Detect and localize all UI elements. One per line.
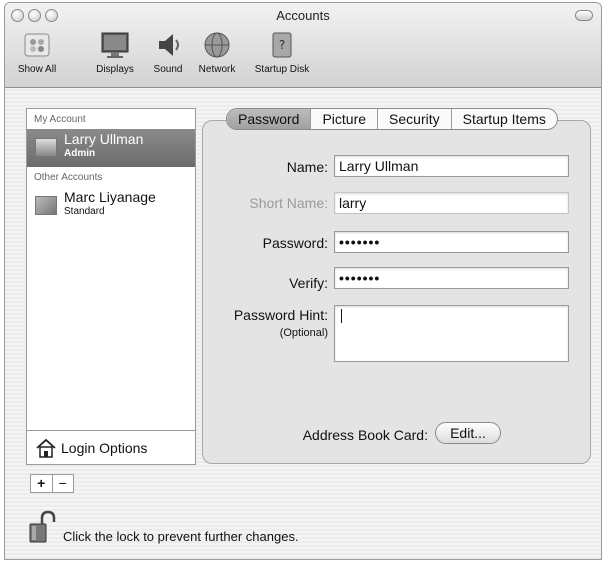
my-account-header: My Account bbox=[34, 114, 86, 125]
password-hint-label: Password Hint: bbox=[233, 307, 328, 323]
startup-disk-icon: ? bbox=[272, 32, 292, 58]
password-hint-field[interactable] bbox=[334, 305, 569, 362]
password-hint-optional-label: (Optional) bbox=[279, 327, 328, 339]
short-name-label: Short Name: bbox=[249, 195, 328, 211]
toolbar-show-all[interactable]: Show All bbox=[13, 30, 61, 75]
verify-field[interactable]: ••••••• bbox=[334, 267, 569, 289]
toolbar-label: Startup Disk bbox=[254, 64, 310, 75]
tab-security[interactable]: Security bbox=[378, 109, 452, 129]
toolbar-network[interactable]: Network bbox=[193, 30, 241, 75]
toolbar-toggle-button[interactable] bbox=[575, 10, 593, 21]
house-icon bbox=[36, 438, 56, 458]
window-title: Accounts bbox=[276, 8, 330, 23]
account-picture bbox=[35, 138, 57, 157]
remove-account-button[interactable]: − bbox=[53, 475, 74, 492]
other-accounts-header: Other Accounts bbox=[34, 172, 103, 183]
tab-startup-items[interactable]: Startup Items bbox=[452, 109, 557, 129]
login-options-label: Login Options bbox=[61, 440, 148, 456]
account-item-larry-ullman[interactable]: Larry Ullman Admin bbox=[27, 129, 195, 167]
account-picture bbox=[35, 196, 57, 215]
account-role: Admin bbox=[64, 148, 96, 159]
address-book-card-label: Address Book Card: bbox=[302, 427, 428, 443]
toolbar-displays[interactable]: Displays bbox=[89, 30, 141, 75]
tab-bar: Password Picture Security Startup Items bbox=[226, 108, 558, 130]
sound-icon bbox=[159, 34, 179, 56]
show-all-icon bbox=[24, 33, 50, 57]
account-role: Standard bbox=[64, 206, 105, 217]
accounts-list: My Account Larry Ullman Admin Other Acco… bbox=[26, 108, 196, 465]
tab-password[interactable]: Password bbox=[227, 109, 312, 129]
title-bar: Accounts Show All Displays Sound Network… bbox=[5, 3, 601, 88]
edit-address-book-button[interactable]: Edit... bbox=[435, 422, 501, 444]
password-field[interactable]: ••••••• bbox=[334, 231, 569, 253]
short-name-field: larry bbox=[334, 192, 569, 214]
toolbar-label: Network bbox=[198, 64, 236, 75]
toolbar-label: Displays bbox=[96, 64, 134, 75]
add-remove-controls: + − bbox=[30, 474, 74, 493]
account-name: Larry Ullman bbox=[64, 131, 144, 147]
lock-status-text: Click the lock to prevent further change… bbox=[63, 529, 299, 544]
toolbar-label: Sound bbox=[153, 64, 183, 75]
name-label: Name: bbox=[286, 159, 328, 175]
svg-text:?: ? bbox=[279, 38, 285, 52]
text-caret bbox=[341, 309, 342, 323]
name-field[interactable]: Larry Ullman bbox=[334, 155, 569, 177]
account-item-marc-liyanage[interactable]: Marc Liyanage Standard bbox=[27, 187, 195, 225]
password-label: Password: bbox=[262, 235, 328, 251]
lock-icon[interactable] bbox=[28, 510, 56, 544]
toolbar-sound[interactable]: Sound bbox=[148, 30, 188, 75]
tab-picture[interactable]: Picture bbox=[311, 109, 379, 129]
add-account-button[interactable]: + bbox=[31, 475, 53, 492]
network-icon bbox=[204, 32, 230, 58]
account-name: Marc Liyanage bbox=[64, 189, 156, 205]
toolbar-startup-disk[interactable]: ? Startup Disk bbox=[249, 30, 315, 75]
displays-icon bbox=[101, 32, 129, 58]
login-options-item[interactable]: Login Options bbox=[27, 430, 195, 464]
toolbar-label: Show All bbox=[17, 64, 57, 75]
verify-label: Verify: bbox=[289, 275, 328, 291]
